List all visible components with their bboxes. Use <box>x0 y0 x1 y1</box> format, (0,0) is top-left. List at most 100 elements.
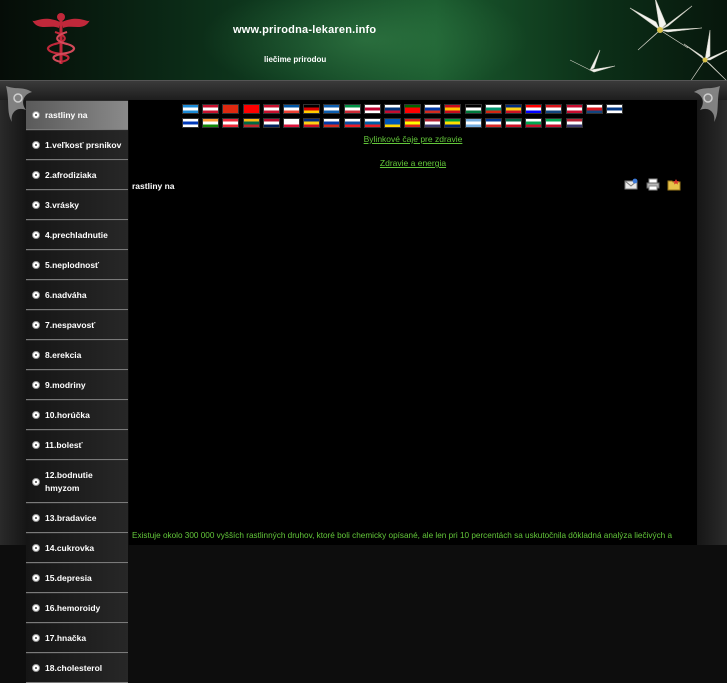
sidebar-item-9[interactable]: 9.modriny <box>26 370 128 400</box>
sidebar-item-1[interactable]: 1.veľkosť prsnikov <box>26 130 128 160</box>
language-flag-icon[interactable] <box>343 118 361 128</box>
lily-flowers-image <box>569 0 727 80</box>
sidebar-item-11[interactable]: 11.bolesť <box>26 430 128 460</box>
sidebar-item-14[interactable]: 14.cukrovka <box>26 533 128 563</box>
sidebar-item-18[interactable]: 18.cholesterol <box>26 653 128 683</box>
bullet-icon <box>32 604 40 612</box>
language-flag-icon[interactable] <box>404 104 422 114</box>
link-row-2: Zdravie a energia <box>129 158 697 168</box>
bullet-icon <box>32 141 40 149</box>
bullet-icon <box>32 441 40 449</box>
language-flag-icon[interactable] <box>424 118 442 128</box>
site-url-title[interactable]: www.prirodna-lekaren.info <box>233 24 376 36</box>
sidebar-item-5[interactable]: 5.neplodnosť <box>26 250 128 280</box>
language-flag-icon[interactable] <box>323 118 341 128</box>
language-flag-icon[interactable] <box>383 104 401 114</box>
sidebar-item-13[interactable]: 13.bradavice <box>26 503 128 533</box>
sidebar-item-label: 18.cholesterol <box>45 663 103 673</box>
sidebar-item-0[interactable]: rastliny na <box>26 100 128 130</box>
sidebar-item-15[interactable]: 15.depresia <box>26 563 128 593</box>
language-flag-icon[interactable] <box>282 118 300 128</box>
link-health-energy[interactable]: Zdravie a energia <box>380 158 446 168</box>
sidebar-item-12[interactable]: 12.bodnutie hmyzom <box>26 460 128 503</box>
bullet-icon <box>32 664 40 672</box>
language-flag-icon[interactable] <box>222 104 240 114</box>
sidebar-item-7[interactable]: 7.nespavosť <box>26 310 128 340</box>
language-flag-icon[interactable] <box>363 118 381 128</box>
bullet-icon <box>32 477 40 486</box>
sidebar-item-label: 4.prechladnutie <box>45 230 108 240</box>
sidebar-item-3[interactable]: 3.vrásky <box>26 190 128 220</box>
language-flag-icon[interactable] <box>262 118 280 128</box>
language-flag-icon[interactable] <box>404 118 422 128</box>
language-flag-icon[interactable] <box>182 118 199 128</box>
bullet-icon <box>32 171 40 179</box>
flag-row-2 <box>182 118 642 131</box>
language-flag-icon[interactable] <box>565 118 583 128</box>
header-glow <box>200 0 530 80</box>
sidebar-item-2[interactable]: 2.afrodiziaka <box>26 160 128 190</box>
sidebar-item-label: rastliny na <box>45 110 88 120</box>
sidebar-item-6[interactable]: 6.nadváha <box>26 280 128 310</box>
language-flag-icon[interactable] <box>202 118 220 128</box>
bullet-icon <box>32 351 40 359</box>
language-flag-icon[interactable] <box>484 118 502 128</box>
sidebar-menu: rastliny na 1.veľkosť prsnikov 2.afrodizia… <box>26 100 129 683</box>
sidebar-item-label: 15.depresia <box>45 573 92 583</box>
language-flag-icon[interactable] <box>222 118 240 128</box>
caduceus-logo[interactable] <box>30 10 92 66</box>
language-flag-icon[interactable] <box>424 104 442 114</box>
intro-paragraph: Existuje okolo 300 000 vyšších rastlinný… <box>132 531 673 540</box>
language-flag-icon[interactable] <box>444 118 462 128</box>
sidebar-item-label: 6.nadváha <box>45 290 87 300</box>
language-flag-icon[interactable] <box>242 118 260 128</box>
language-flag-icon[interactable] <box>585 104 603 114</box>
language-flag-icon[interactable] <box>303 118 321 128</box>
printer-icon[interactable] <box>646 178 660 191</box>
language-flag-icon[interactable] <box>202 104 220 114</box>
language-flag-icon[interactable] <box>505 118 522 128</box>
language-flag-icon[interactable] <box>444 104 462 114</box>
language-flag-icon[interactable] <box>182 104 199 114</box>
language-flag-icon[interactable] <box>605 104 623 114</box>
bullet-icon <box>32 574 40 582</box>
language-flag-icon[interactable] <box>565 104 583 114</box>
frame-top-bar <box>0 80 727 101</box>
page-tools <box>624 178 686 191</box>
language-flag-icon[interactable] <box>545 118 563 128</box>
language-flag-icon[interactable] <box>363 104 381 114</box>
link-herbal-teas[interactable]: Bylinkové čaje pre zdravie <box>364 134 463 144</box>
language-flag-icon[interactable] <box>525 104 543 114</box>
sidebar-item-16[interactable]: 16.hemoroidy <box>26 593 128 623</box>
language-flag-icon[interactable] <box>545 104 563 114</box>
language-flag-icon[interactable] <box>282 104 300 114</box>
language-flag-icon[interactable] <box>464 104 482 114</box>
sidebar-item-label: 2.afrodiziaka <box>45 170 97 180</box>
language-flag-icon[interactable] <box>525 118 543 128</box>
sidebar-item-label: 13.bradavice <box>45 513 97 523</box>
language-flag-icon[interactable] <box>505 104 522 114</box>
language-flag-icon[interactable] <box>343 104 361 114</box>
language-flag-icon[interactable] <box>262 104 280 114</box>
sidebar-item-label: 3.vrásky <box>45 200 80 210</box>
bullet-icon <box>32 514 40 522</box>
language-flag-icon[interactable] <box>383 118 401 128</box>
bullet-icon <box>32 201 40 209</box>
sidebar-item-8[interactable]: 8.erekcia <box>26 340 128 370</box>
sidebar-item-10[interactable]: 10.horúčka <box>26 400 128 430</box>
language-flag-icon[interactable] <box>303 104 321 114</box>
site-slogan: liečime prirodou <box>264 55 327 64</box>
folder-star-icon[interactable] <box>667 178 681 191</box>
sidebar-item-label: 5.neplodnosť <box>45 260 100 270</box>
flag-row-1 <box>182 104 642 117</box>
sidebar-item-17[interactable]: 17.hnačka <box>26 623 128 653</box>
email-icon[interactable] <box>624 178 638 191</box>
language-flag-icon[interactable] <box>464 118 482 128</box>
sidebar-item-4[interactable]: 4.prechladnutie <box>26 220 128 250</box>
sidebar-item-label: 7.nespavosť <box>45 320 96 330</box>
language-flag-icon[interactable] <box>242 104 260 114</box>
language-flag-icon[interactable] <box>323 104 341 114</box>
link-row-1: Bylinkové čaje pre zdravie <box>129 134 697 144</box>
bullet-icon <box>32 411 40 419</box>
language-flag-icon[interactable] <box>484 104 502 114</box>
